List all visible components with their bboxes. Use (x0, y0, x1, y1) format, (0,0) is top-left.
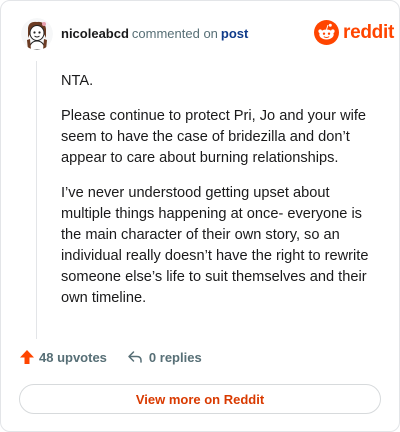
comment-body: NTA. Please continue to protect Pri, Jo … (61, 71, 379, 323)
reddit-wordmark: reddit (343, 21, 394, 43)
reddit-logo[interactable]: reddit (314, 20, 394, 45)
view-more-button[interactable]: View more on Reddit (19, 384, 381, 414)
upvote-arrow-icon (20, 350, 34, 364)
snoo-avatar-icon (21, 18, 53, 50)
comment-embed-card: nicoleabcd commented on post reddit NTA. P… (0, 0, 400, 432)
reply-count: 0 replies (148, 349, 202, 365)
upvote-count: 48 upvotes (39, 349, 107, 365)
comment-paragraph: Please continue to protect Pri, Jo and y… (61, 108, 367, 166)
thread-line (36, 61, 37, 339)
reply-arrow-icon (128, 351, 142, 363)
avatar[interactable] (21, 18, 53, 50)
comment-header: nicoleabcd commented on post (61, 26, 248, 42)
comment-paragraph: I’ve never understood getting upset abou… (61, 185, 369, 306)
comment-actions: 48 upvotes 0 replies (19, 349, 202, 365)
reply-button[interactable]: 0 replies (127, 349, 202, 365)
upvote-button[interactable]: 48 upvotes (19, 349, 107, 365)
reddit-snoo-icon (314, 20, 339, 45)
post-link[interactable]: post (221, 26, 248, 41)
commented-on-text: commented on (131, 26, 218, 41)
username[interactable]: nicoleabcd (61, 26, 129, 41)
comment-paragraph: NTA. (61, 73, 94, 89)
